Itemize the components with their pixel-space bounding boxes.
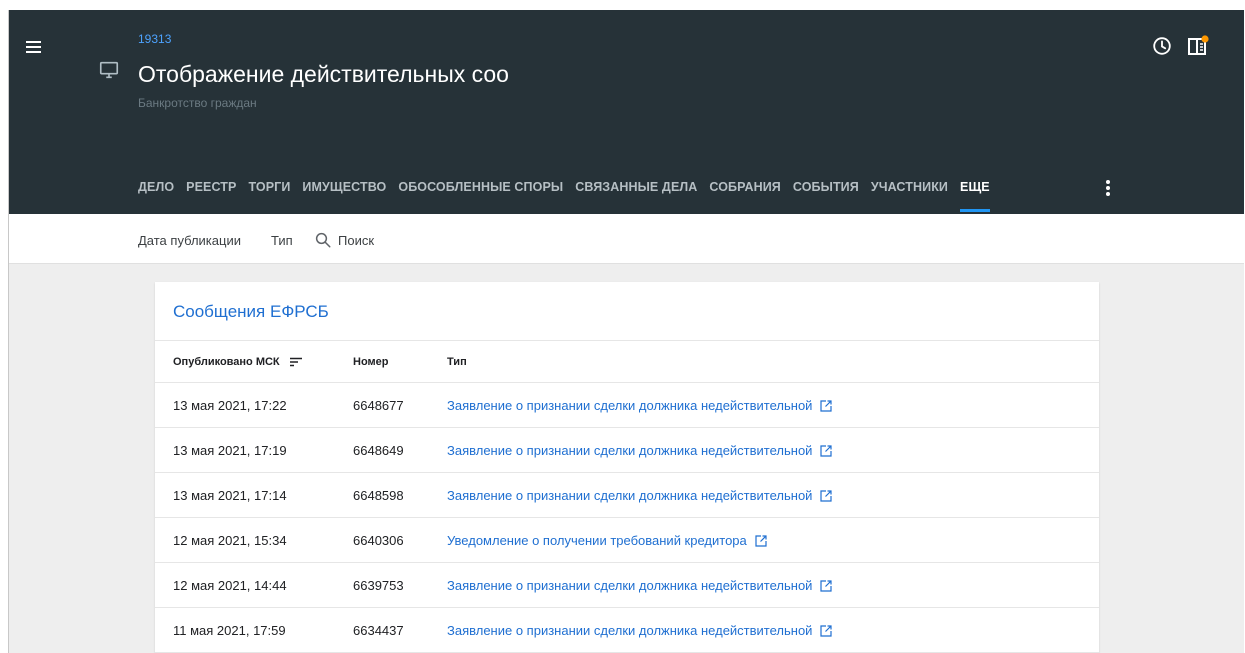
page-title: Отображение действительных соо [138,61,509,87]
external-link-icon[interactable] [820,579,833,592]
search-input[interactable] [338,232,458,248]
sort-icon[interactable] [289,357,303,367]
row-number: 6648649 [353,427,447,473]
page-header: 19313 Отображение действительных соо Бан… [9,10,1244,214]
tab-uchastniki[interactable]: УЧАСТНИКИ [871,177,948,214]
row-number: 6648598 [353,472,447,518]
table-header-row: Опубликовано МСК Номер Тип [155,340,1099,383]
row-date: 12 мая 2021, 14:44 [155,562,353,608]
tab-imushchestvo[interactable]: ИМУЩЕСТВО [302,177,386,214]
row-number: 6634437 [353,607,447,653]
row-date: 13 мая 2021, 17:19 [155,427,353,473]
row-date: 13 мая 2021, 17:22 [155,382,353,428]
messages-table: Опубликовано МСК Номер Тип 13 мая 2021, … [155,340,1099,653]
table-row: 11 мая 2021, 17:59 6634437 Заявление о п… [155,607,1099,653]
row-number: 6648677 [353,382,447,428]
card-title: Сообщения ЕФРСБ [173,302,329,321]
notification-badge [1201,35,1209,43]
external-link-icon[interactable] [755,534,767,547]
table-row: 12 мая 2021, 14:44 6639753 Заявление о п… [155,562,1099,608]
table-row: 13 мая 2021, 17:22 6648677 Заявление о п… [155,382,1099,428]
external-link-icon[interactable] [820,624,833,637]
efrsb-messages-card: Сообщения ЕФРСБ Опубликовано МСК Номер Т… [155,282,1099,653]
tab-svyazannye-dela[interactable]: СВЯЗАННЫЕ ДЕЛА [575,177,697,214]
column-header-type: Тип [447,340,1099,383]
row-type-link[interactable]: Заявление о признании сделки должника не… [447,398,812,413]
tab-delo[interactable]: ДЕЛО [138,177,174,214]
external-link-icon[interactable] [820,444,833,457]
type-filter[interactable]: Тип [271,233,293,248]
monitor-icon [99,61,119,79]
tab-torgi[interactable]: ТОРГИ [248,177,290,214]
row-type-link[interactable]: Заявление о признании сделки должника не… [447,443,812,458]
column-header-number: Номер [353,340,447,383]
clock-icon[interactable] [1151,35,1173,57]
tab-eshche[interactable]: ЕЩЕ [960,177,990,214]
row-number: 6639753 [353,562,447,608]
column-header-published[interactable]: Опубликовано МСК [155,340,353,383]
row-date: 12 мая 2021, 15:34 [155,517,353,563]
panel-icon[interactable] [1187,34,1211,58]
search-box[interactable] [314,228,458,252]
row-type-link[interactable]: Заявление о признании сделки должника не… [447,623,812,638]
tab-sobraniya[interactable]: СОБРАНИЯ [709,177,781,214]
tab-reestr[interactable]: РЕЕСТР [186,177,236,214]
table-row: 12 мая 2021, 15:34 6640306 Уведомление о… [155,517,1099,563]
external-link-icon[interactable] [820,399,833,412]
app-window: 19313 Отображение действительных соо Бан… [8,10,1244,653]
tab-obosoblennye-spory[interactable]: ОБОСОБЛЕННЫЕ СПОРЫ [398,177,563,214]
row-type-link[interactable]: Заявление о признании сделки должника не… [447,578,812,593]
more-vert-icon[interactable] [1101,178,1115,200]
search-icon [315,232,331,248]
table-row: 13 мая 2021, 17:14 6648598 Заявление о п… [155,472,1099,518]
row-type-link[interactable]: Уведомление о получении требований креди… [447,533,747,548]
menu-icon[interactable] [23,38,47,58]
tab-sobytiya[interactable]: СОБЫТИЯ [793,177,859,214]
date-filter[interactable]: Дата публикации [138,233,241,248]
row-type-link[interactable]: Заявление о признании сделки должника не… [447,488,812,503]
row-date: 13 мая 2021, 17:14 [155,472,353,518]
row-number: 6640306 [353,517,447,563]
page-subtitle: Банкротство граждан [138,96,257,110]
table-row: 13 мая 2021, 17:19 6648649 Заявление о п… [155,427,1099,473]
case-id: 19313 [138,32,172,46]
filter-bar: Дата публикации Тип [9,214,1244,264]
row-date: 11 мая 2021, 17:59 [155,607,353,653]
external-link-icon[interactable] [820,489,833,502]
section-tabs: ДЕЛО РЕЕСТР ТОРГИ ИМУЩЕСТВО ОБОСОБЛЕННЫЕ… [138,177,990,214]
